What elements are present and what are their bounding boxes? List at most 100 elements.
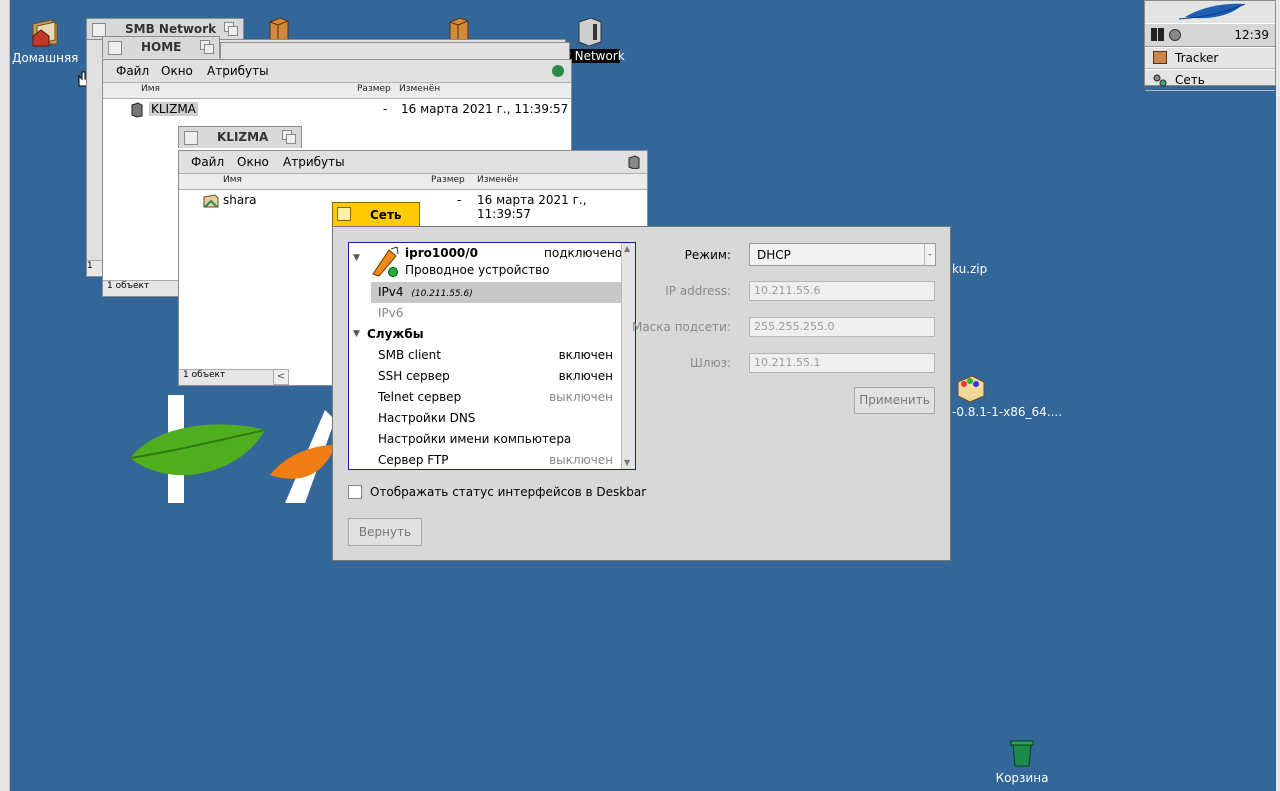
item-name: KLIZMA [149, 102, 198, 116]
scroll-down-icon[interactable]: ▼ [624, 458, 630, 467]
service-item[interactable]: Telnet сервер выключен [349, 387, 621, 408]
service-state: включен [558, 369, 613, 383]
deskbar-item-tracker[interactable]: Tracker [1145, 47, 1275, 69]
service-item[interactable]: SSH сервер включен [349, 366, 621, 387]
mode-label: Режим: [684, 248, 731, 262]
item-modified: 16 марта 2021 г., 11:39:57 [401, 102, 569, 116]
col-modified[interactable]: Изменён [399, 84, 440, 94]
ipv6-item[interactable]: IPv6 [378, 303, 635, 324]
interface-list[interactable]: ▼ ipro1000/0 подключено Проводное устрой… [348, 242, 636, 470]
expand-arrow-icon[interactable]: ▼ [353, 253, 360, 263]
window-title: HOME [141, 40, 182, 54]
service-name: Настройки DNS [378, 411, 476, 425]
zoom-button[interactable] [282, 130, 296, 144]
deskbar-item-network[interactable]: Сеть [1145, 69, 1275, 91]
home-folder-icon [32, 19, 58, 47]
gateway-field[interactable]: 10.211.55.1 [749, 353, 935, 373]
column-header: Имя Размер Изменён [103, 83, 571, 99]
deskbar-item-label: Сеть [1175, 73, 1205, 87]
list-item[interactable]: KLIZMA - 16 марта 2021 г., 11:39:57 [127, 100, 577, 120]
interface-item[interactable]: ▼ ipro1000/0 подключено Проводное устрой… [349, 243, 623, 281]
col-name[interactable]: Имя [141, 84, 160, 94]
services-header-label: Службы [367, 327, 424, 341]
zoom-button[interactable] [200, 40, 214, 54]
item-size: - [457, 193, 462, 207]
tracker-icon [1153, 51, 1167, 64]
klizma-window-tab[interactable]: KLIZMA [178, 126, 302, 148]
menu-file[interactable]: Файл [116, 64, 149, 78]
ipv4-item[interactable]: IPv4 (10.211.55.6) [371, 282, 621, 303]
menubar: Файл Окно Атрибуты [103, 60, 571, 83]
status-count: 1 объект [179, 369, 275, 385]
service-item[interactable]: Сервер FTP выключен [349, 450, 621, 469]
service-name: SMB client [378, 348, 441, 362]
clock[interactable]: 12:39 [1234, 28, 1269, 42]
network-icon [1153, 73, 1167, 87]
interface-name: ipro1000/0 [405, 246, 478, 260]
service-state: выключен [549, 453, 613, 467]
host-left-edge [0, 0, 10, 791]
status-count: 1 объект [103, 280, 182, 296]
close-button[interactable] [92, 23, 106, 37]
col-modified[interactable]: Изменён [477, 175, 518, 185]
mode-select[interactable]: DHCP - [749, 243, 936, 266]
col-size[interactable]: Размер [431, 175, 465, 185]
menu-window[interactable]: Окно [237, 155, 269, 169]
desktop-home-icon[interactable]: Домашняя [12, 16, 78, 65]
window-title: SMB Network [125, 22, 217, 36]
home-status-icon [552, 65, 564, 77]
desktop-package-icon[interactable]: -0.8.1-1-x86_64.... [952, 372, 1063, 419]
service-item[interactable]: SMB client включен [349, 345, 621, 366]
close-button[interactable] [184, 131, 198, 145]
deskbar-status-checkbox[interactable] [348, 485, 362, 499]
list-item[interactable]: shara - 16 марта 2021 г., 11:39:57 [201, 191, 641, 221]
item-modified: 16 марта 2021 г., 11:39:57 [477, 193, 587, 221]
col-size[interactable]: Размер [357, 84, 391, 94]
menu-attributes[interactable]: Атрибуты [207, 64, 269, 78]
trash-icon [1010, 740, 1034, 767]
zoom-button[interactable] [224, 22, 238, 36]
haiku-leaf-icon [1178, 3, 1246, 20]
expand-arrow-icon[interactable]: ▼ [353, 324, 360, 345]
ipv6-label: IPv6 [378, 306, 404, 320]
ipv4-label: IPv4 [378, 285, 404, 299]
close-button[interactable] [108, 41, 122, 55]
gateway-label: Шлюз: [689, 356, 731, 370]
package-label: -0.8.1-1-x86_64.... [952, 405, 1063, 419]
dropdown-arrow-icon: - [924, 244, 935, 265]
ethernet-card-icon [372, 246, 399, 277]
col-name[interactable]: Имя [223, 175, 242, 185]
menu-attributes[interactable]: Атрибуты [283, 155, 345, 169]
menu-window[interactable]: Окно [161, 64, 193, 78]
apply-button[interactable]: Применить [854, 387, 935, 414]
item-size: - [383, 102, 388, 116]
haiku-wallpaper-logo [129, 395, 335, 503]
revert-button[interactable]: Вернуть [348, 518, 422, 546]
window-title: KLIZMA [217, 130, 269, 144]
service-item[interactable]: Настройки имени компьютера [349, 429, 621, 450]
interface-status: подключено [544, 246, 623, 260]
service-state: включен [558, 348, 613, 362]
scroll-up-icon[interactable]: ▲ [624, 244, 630, 253]
network-status-icon[interactable] [1169, 29, 1181, 41]
scroll-left-button[interactable]: < [273, 369, 289, 385]
close-button[interactable] [337, 207, 351, 221]
interface-type: Проводное устройство [405, 263, 550, 277]
home-window-tab[interactable]: HOME [102, 36, 220, 58]
desktop-zip-label[interactable]: ku.zip [952, 262, 987, 276]
ip-address-field[interactable]: 10.211.55.6 [749, 281, 935, 301]
zip-file-label: ku.zip [952, 262, 988, 276]
network-window-tab[interactable]: Сеть [332, 202, 420, 227]
mode-value: DHCP [757, 248, 791, 262]
network-window: ▼ ipro1000/0 подключено Проводное устрой… [332, 226, 951, 561]
subnet-mask-field[interactable]: 255.255.255.0 [749, 317, 935, 337]
deskbar-leaf-menu[interactable] [1145, 1, 1275, 23]
service-item[interactable]: Настройки DNS [349, 408, 621, 429]
cpu-monitor-icon[interactable] [1151, 28, 1157, 41]
cpu-monitor-icon-2[interactable] [1158, 28, 1164, 41]
menu-file[interactable]: Файл [191, 155, 224, 169]
services-header[interactable]: ▼ Службы [349, 324, 621, 345]
desktop-trash-icon[interactable]: Корзина [994, 738, 1050, 785]
menubar: Файл Окно Атрибуты [179, 151, 647, 174]
window-title: Сеть [370, 208, 402, 222]
